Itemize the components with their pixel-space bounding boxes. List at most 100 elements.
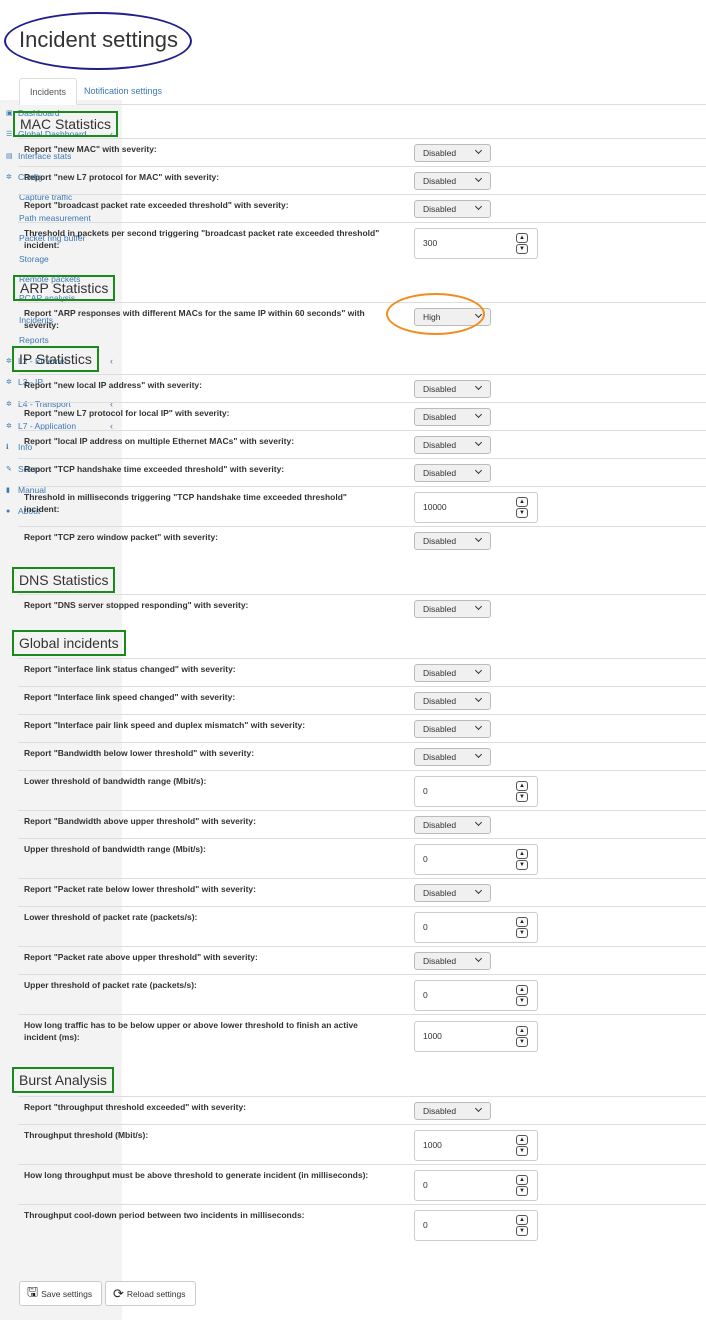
severity-select[interactable]: Disabled	[414, 816, 491, 834]
reload-settings-button[interactable]: ⟳ Reload settings	[105, 1281, 196, 1306]
severity-select[interactable]: Disabled	[414, 172, 491, 190]
severity-select[interactable]: Disabled	[414, 664, 491, 682]
number-value: 0	[423, 922, 428, 932]
severity-value: Disabled	[423, 204, 457, 214]
number-input[interactable]: 1000 ▲ ▼	[414, 1021, 538, 1052]
setting-row: Report "Bandwidth above upper threshold"…	[18, 810, 706, 838]
severity-select[interactable]: Disabled	[414, 200, 491, 218]
number-value: 0	[423, 990, 428, 1000]
stepper-down-icon[interactable]: ▼	[516, 1037, 528, 1047]
severity-value: Disabled	[423, 1106, 457, 1116]
severity-select[interactable]: Disabled	[414, 464, 491, 482]
chevron-down-icon	[474, 382, 483, 391]
number-value: 0	[423, 854, 428, 864]
stepper[interactable]: ▲ ▼	[516, 917, 529, 939]
severity-select[interactable]: Disabled	[414, 720, 491, 738]
severity-select[interactable]: Disabled	[414, 692, 491, 710]
severity-select[interactable]: Disabled	[414, 532, 491, 550]
stepper[interactable]: ▲ ▼	[516, 985, 529, 1007]
severity-value: Disabled	[423, 668, 457, 678]
severity-select[interactable]: Disabled	[414, 1102, 491, 1120]
setting-label: Report "throughput threshold exceeded" w…	[24, 1102, 247, 1112]
stepper-up-icon[interactable]: ▲	[516, 1135, 528, 1145]
number-input[interactable]: 0 ▲ ▼	[414, 912, 538, 943]
setting-row: Upper threshold of packet rate (packets/…	[18, 974, 706, 1014]
severity-select[interactable]: Disabled	[414, 144, 491, 162]
section-title-global: Global incidents	[12, 630, 126, 656]
section-title-dns: DNS Statistics	[12, 567, 116, 593]
stepper-up-icon[interactable]: ▲	[516, 1215, 528, 1225]
setting-row: Lower threshold of bandwidth range (Mbit…	[18, 770, 706, 810]
page-title: Incident settings	[19, 27, 178, 52]
severity-select[interactable]: Disabled	[414, 884, 491, 902]
stepper-up-icon[interactable]: ▲	[516, 233, 528, 243]
setting-row: Report "Packet rate above upper threshol…	[18, 946, 706, 974]
setting-row: Report "local IP address on multiple Eth…	[18, 430, 706, 458]
number-value: 10000	[423, 502, 447, 512]
stepper[interactable]: ▲ ▼	[516, 1026, 529, 1048]
stepper-down-icon[interactable]: ▼	[516, 996, 528, 1006]
setting-row: Report "new MAC" with severity: Disabled	[18, 138, 706, 166]
stepper-down-icon[interactable]: ▼	[516, 1146, 528, 1156]
setting-row: Report "new L7 protocol for local IP" wi…	[18, 402, 706, 430]
value-highlight-ellipse	[386, 293, 485, 335]
stepper-down-icon[interactable]: ▼	[516, 792, 528, 802]
chevron-down-icon	[474, 410, 483, 419]
stepper-down-icon[interactable]: ▼	[516, 860, 528, 870]
severity-select[interactable]: Disabled	[414, 436, 491, 454]
stepper-up-icon[interactable]: ▲	[516, 1026, 528, 1036]
setting-label: How long throughput must be above thresh…	[24, 1170, 369, 1180]
severity-select[interactable]: Disabled	[414, 408, 491, 426]
number-input[interactable]: 300 ▲ ▼	[414, 228, 538, 259]
setting-label: Upper threshold of bandwidth range (Mbit…	[24, 844, 206, 854]
stepper-down-icon[interactable]: ▼	[516, 1186, 528, 1196]
stepper-down-icon[interactable]: ▼	[516, 1226, 528, 1236]
stepper-up-icon[interactable]: ▲	[516, 497, 528, 507]
number-input[interactable]: 0 ▲ ▼	[414, 980, 538, 1011]
stepper-up-icon[interactable]: ▲	[516, 781, 528, 791]
number-input[interactable]: 0 ▲ ▼	[414, 1170, 538, 1201]
stepper[interactable]: ▲ ▼	[516, 233, 529, 255]
number-value: 300	[423, 238, 438, 248]
stepper-down-icon[interactable]: ▼	[516, 508, 528, 518]
severity-select[interactable]: Disabled	[414, 748, 491, 766]
stepper[interactable]: ▲ ▼	[516, 849, 529, 871]
stepper-up-icon[interactable]: ▲	[516, 849, 528, 859]
stepper[interactable]: ▲ ▼	[516, 497, 529, 519]
stepper[interactable]: ▲ ▼	[516, 1215, 529, 1237]
setting-row: Report "Bandwidth below lower threshold"…	[18, 742, 706, 770]
chevron-down-icon	[474, 818, 483, 827]
severity-select[interactable]: Disabled	[414, 600, 491, 618]
setting-row: Threshold in packets per second triggeri…	[18, 222, 706, 262]
setting-label: Report "ARP responses with different MAC…	[24, 308, 365, 330]
stepper[interactable]: ▲ ▼	[516, 781, 529, 803]
severity-select[interactable]: Disabled	[414, 952, 491, 970]
setting-label: Report "Bandwidth above upper threshold"…	[24, 816, 256, 826]
setting-label: Report "DNS server stopped responding" w…	[24, 600, 249, 610]
stepper-up-icon[interactable]: ▲	[516, 1175, 528, 1185]
stepper-down-icon[interactable]: ▼	[516, 244, 528, 254]
number-input[interactable]: 10000 ▲ ▼	[414, 492, 538, 523]
stepper[interactable]: ▲ ▼	[516, 1175, 529, 1197]
severity-select[interactable]: Disabled	[414, 380, 491, 398]
number-input[interactable]: 0 ▲ ▼	[414, 844, 538, 875]
number-input[interactable]: 0 ▲ ▼	[414, 1210, 538, 1241]
setting-label: Throughput cool-down period between two …	[24, 1210, 305, 1220]
number-input[interactable]: 0 ▲ ▼	[414, 776, 538, 807]
save-settings-button[interactable]: 🖫 Save settings	[19, 1281, 102, 1306]
number-input[interactable]: 1000 ▲ ▼	[414, 1130, 538, 1161]
stepper-down-icon[interactable]: ▼	[516, 928, 528, 938]
setting-label: Report "broadcast packet rate exceeded t…	[24, 200, 289, 210]
setting-label: Report "local IP address on multiple Eth…	[24, 436, 295, 446]
setting-label: Report "interface link status changed" w…	[24, 664, 236, 674]
setting-row: Throughput cool-down period between two …	[18, 1204, 706, 1244]
stepper-up-icon[interactable]: ▲	[516, 917, 528, 927]
severity-value: Disabled	[423, 956, 457, 966]
stepper[interactable]: ▲ ▼	[516, 1135, 529, 1157]
chevron-down-icon	[474, 146, 483, 155]
tab-incidents[interactable]: Incidents	[19, 78, 78, 105]
chevron-down-icon	[474, 886, 483, 895]
stepper-up-icon[interactable]: ▲	[516, 985, 528, 995]
tab-notification-settings[interactable]: Notification settings	[74, 78, 172, 105]
setting-label: Report "TCP handshake time exceeded thre…	[24, 464, 285, 474]
